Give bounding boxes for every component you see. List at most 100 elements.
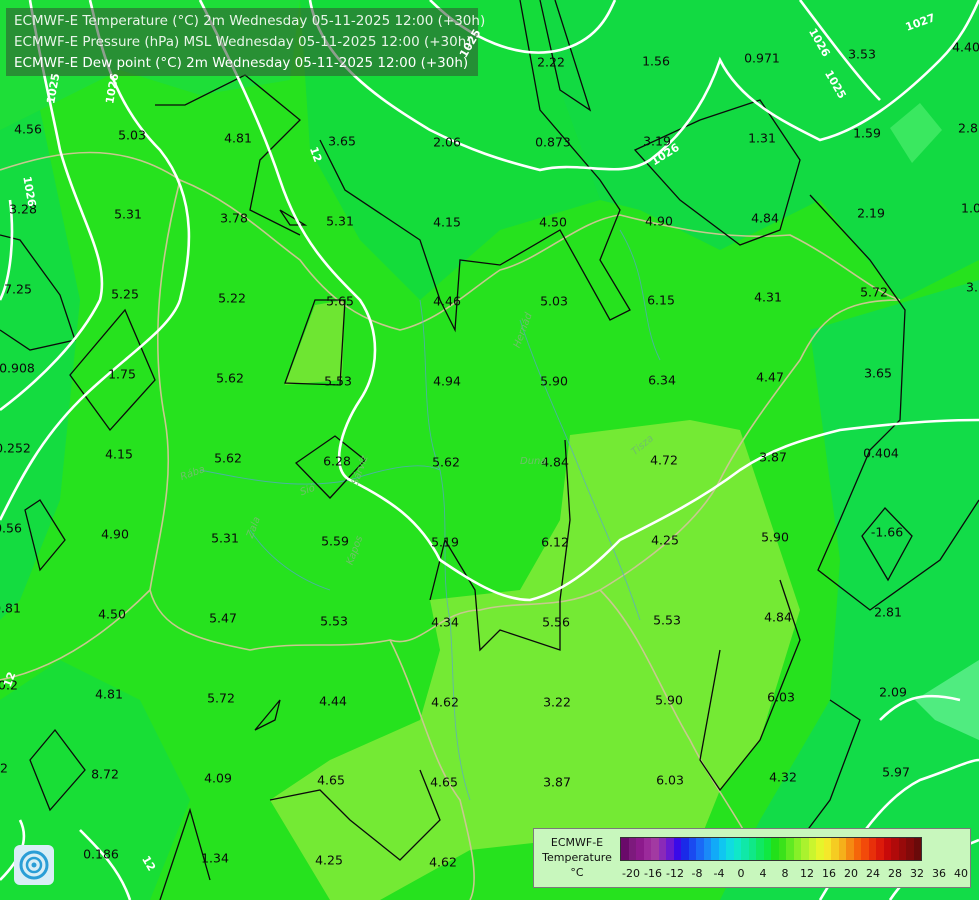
legend-title: ECMWF-E Temperature °C [534, 835, 620, 880]
legend-swatch [816, 838, 824, 860]
temp-value: 6.15 [647, 292, 675, 308]
temp-value: 5.97 [882, 764, 910, 780]
legend-swatch [868, 838, 876, 860]
temp-value: 6.12 [541, 534, 569, 550]
temp-value: 1.31 [748, 130, 776, 146]
legend-swatch [658, 838, 666, 860]
temp-value: 4.90 [101, 526, 129, 542]
temp-value: 4.44 [319, 693, 347, 709]
temp-value: 0.56 [0, 520, 22, 536]
legend-tick: 36 [932, 867, 946, 880]
temp-value: 5.72 [860, 284, 888, 300]
temp-value: 5.03 [540, 293, 568, 309]
legend-swatch [688, 838, 696, 860]
legend-swatch [861, 838, 869, 860]
legend-swatch [726, 838, 734, 860]
legend-tick: 28 [888, 867, 902, 880]
map-canvas [0, 0, 979, 900]
temp-value: 4.94 [433, 373, 461, 389]
temp-value: 4.81 [95, 686, 123, 702]
legend-swatch [831, 838, 839, 860]
temp-value: 5.22 [218, 290, 246, 306]
temp-value: 5.62 [432, 454, 460, 470]
legend-swatch [891, 838, 899, 860]
temp-value: 4.62 [431, 694, 459, 710]
temp-value: 3.65 [864, 365, 892, 381]
legend-swatch [673, 838, 681, 860]
legend-tick: 32 [910, 867, 924, 880]
temp-value: 2.22 [537, 54, 565, 70]
temp-value: 0.908 [0, 360, 35, 376]
legend-swatch [756, 838, 764, 860]
legend-swatch [763, 838, 771, 860]
temp-value: 6.28 [323, 453, 351, 469]
legend-swatch [681, 838, 689, 860]
temp-value: 4.65 [430, 774, 458, 790]
legend-swatch [838, 838, 846, 860]
temp-value: 2.19 [857, 205, 885, 221]
temp-value: 4.46 [433, 293, 461, 309]
temp-value: 2.8 [958, 120, 978, 136]
temp-value: 2.09 [879, 684, 907, 700]
temp-value: 4.25 [315, 852, 343, 868]
legend-swatch [741, 838, 749, 860]
legend-swatch [703, 838, 711, 860]
legend-swatch [906, 838, 914, 860]
temp-value: 5.90 [655, 692, 683, 708]
temp-value: 3.53 [848, 46, 876, 62]
legend-tick: -4 [713, 867, 725, 880]
legend-title-line: ECMWF-E [550, 836, 604, 849]
legend-swatch [733, 838, 741, 860]
title-temperature: ECMWF-E Temperature (°C) 2m Wednesday 05… [14, 13, 486, 29]
swirl-icon [19, 850, 49, 880]
legend-swatch [643, 838, 651, 860]
temp-value: 3.87 [543, 774, 571, 790]
temp-value: 4.34 [431, 614, 459, 630]
legend-swatch [853, 838, 861, 860]
legend-swatch [778, 838, 786, 860]
temp-value: 3.22 [543, 694, 571, 710]
legend-swatch [898, 838, 906, 860]
legend-swatch [876, 838, 884, 860]
temp-value: 5.31 [211, 530, 239, 546]
temp-value: 4.81 [224, 130, 252, 146]
legend-title-line: Temperature [542, 851, 612, 864]
temp-value: 4.25 [651, 532, 679, 548]
temp-value: 5.62 [214, 450, 242, 466]
legend-tick: 24 [866, 867, 880, 880]
legend-tick: -20 [622, 867, 640, 880]
temp-value: 5.53 [320, 613, 348, 629]
temp-value: 4.84 [764, 609, 792, 625]
temp-value: 2.06 [433, 134, 461, 150]
legend-tick: -12 [666, 867, 684, 880]
temp-value: 4.62 [429, 854, 457, 870]
temp-value: 5.25 [111, 286, 139, 302]
legend-swatch [771, 838, 779, 860]
legend-swatch [748, 838, 756, 860]
temp-value: 5.59 [321, 533, 349, 549]
legend-swatch [711, 838, 719, 860]
temp-value: 4.50 [98, 606, 126, 622]
temp-value: 3.87 [759, 449, 787, 465]
legend-swatch [823, 838, 831, 860]
temp-value: 5.56 [542, 614, 570, 630]
temp-value: 4.15 [433, 214, 461, 230]
temp-value: 4.84 [751, 210, 779, 226]
temp-value: 5.31 [326, 213, 354, 229]
temp-value: 5.90 [540, 373, 568, 389]
temp-value: 4.47 [756, 369, 784, 385]
legend-swatch [636, 838, 644, 860]
temp-value: 5.72 [207, 690, 235, 706]
legend-swatch [846, 838, 854, 860]
forecast-title-panel: ECMWF-E Temperature (°C) 2m Wednesday 05… [6, 8, 485, 76]
temp-value: 6.03 [767, 689, 795, 705]
temp-value: 4.90 [645, 213, 673, 229]
temp-value: 4.31 [754, 289, 782, 305]
legend-tick: 4 [759, 867, 767, 880]
legend-title-line: °C [570, 866, 584, 879]
legend-tick: -8 [691, 867, 703, 880]
temp-value: 0.971 [744, 50, 780, 66]
temp-value: 7.25 [4, 281, 32, 297]
legend-swatch [808, 838, 816, 860]
temp-value: 1.34 [201, 850, 229, 866]
